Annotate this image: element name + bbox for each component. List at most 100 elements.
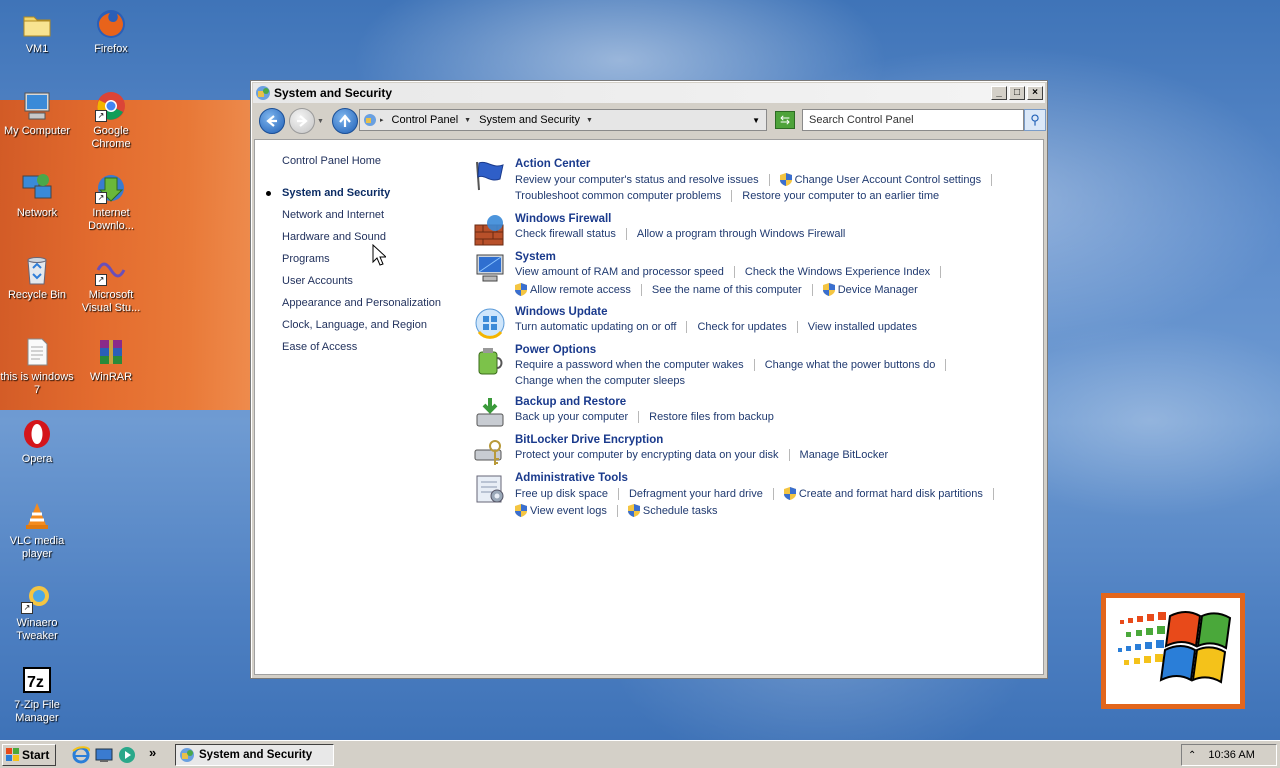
disk-partitions-link[interactable]: Create and format hard disk partitions <box>799 488 983 500</box>
desktop-icon-winrar[interactable]: WinRAR <box>74 336 148 384</box>
separator <box>638 411 640 423</box>
device-manager-link[interactable]: Device Manager <box>838 284 918 296</box>
desktop-icon-7zip[interactable]: 7z 7-Zip File Manager <box>0 664 74 725</box>
separator <box>788 449 790 461</box>
desktop-icon-chrome[interactable]: ↗ Google Chrome <box>74 90 148 151</box>
nav-control-panel-home[interactable]: Control Panel Home <box>282 154 472 176</box>
recent-pages-dropdown[interactable]: ▼ <box>317 118 324 125</box>
separator <box>616 504 618 517</box>
start-button[interactable]: Start <box>2 744 56 766</box>
address-dropdown-button[interactable]: ▼ <box>752 116 760 125</box>
remote-access-link[interactable]: Allow remote access <box>530 284 631 296</box>
taskbar-item-system-and-security[interactable]: System and Security <box>175 744 334 766</box>
power-buttons-link[interactable]: Change what the power buttons do <box>765 359 936 371</box>
nav-appearance-and-personalization[interactable]: Appearance and Personalization <box>282 296 472 318</box>
breadcrumb-system-and-security[interactable]: System and Security <box>479 114 580 126</box>
nav-clock-language-region[interactable]: Clock, Language, and Region <box>282 318 472 340</box>
backup-restore-link[interactable]: Backup and Restore <box>515 396 626 408</box>
desktop-icon-internet-download-manager[interactable]: ↗ Internet Downlo... <box>74 172 148 233</box>
troubleshoot-link[interactable]: Troubleshoot common computer problems <box>515 190 721 202</box>
quicklaunch-more-button[interactable]: » <box>149 745 156 760</box>
allow-program-link[interactable]: Allow a program through Windows Firewall <box>637 228 845 240</box>
text-file-icon <box>21 336 53 368</box>
action-center-link[interactable]: Action Center <box>515 158 590 170</box>
back-button[interactable] <box>259 108 285 134</box>
window-titlebar[interactable]: System and Security _ □ × <box>253 83 1045 103</box>
protect-computer-link[interactable]: Protect your computer by encrypting data… <box>515 449 779 461</box>
clock[interactable]: 10:36 AM <box>1208 749 1254 761</box>
sleep-settings-link[interactable]: Change when the computer sleeps <box>515 375 685 387</box>
uac-shield-icon <box>515 283 527 296</box>
defragment-link[interactable]: Defragment your hard drive <box>629 488 763 500</box>
up-button[interactable] <box>331 108 358 134</box>
view-ram-link[interactable]: View amount of RAM and processor speed <box>515 266 724 278</box>
nav-system-and-security[interactable]: System and Security <box>266 186 472 208</box>
free-disk-space-link[interactable]: Free up disk space <box>515 488 608 500</box>
back-up-link[interactable]: Back up your computer <box>515 411 628 423</box>
forward-button[interactable] <box>289 108 315 134</box>
maximize-button[interactable]: □ <box>1009 86 1025 100</box>
firefox-icon <box>95 8 127 40</box>
breadcrumb-control-panel[interactable]: Control Panel <box>392 114 459 126</box>
desktop-icon-winaero[interactable]: ↗ Winaero Tweaker <box>0 582 74 643</box>
restore-link[interactable]: Restore your computer to an earlier time <box>742 190 939 202</box>
desktop-icon-recycle-bin[interactable]: Recycle Bin <box>0 254 74 302</box>
search-input[interactable]: Search Control Panel <box>802 109 1024 131</box>
check-firewall-link[interactable]: Check firewall status <box>515 228 616 240</box>
computer-name-link[interactable]: See the name of this computer <box>652 284 802 296</box>
uac-settings-link[interactable]: Change User Account Control settings <box>795 174 982 186</box>
windows-flag-icon <box>6 748 20 762</box>
desktop-icon-firefox[interactable]: Firefox <box>74 8 148 56</box>
arrow-left-icon <box>266 115 277 127</box>
chevron-down-icon[interactable]: ▼ <box>464 117 471 124</box>
auto-update-link[interactable]: Turn automatic updating on or off <box>515 321 676 333</box>
separator <box>940 266 942 278</box>
desktop-icon-visual-studio[interactable]: ↗ Microsoft Visual Stu... <box>74 254 148 315</box>
address-bar[interactable]: ▸ Control Panel ▼ System and Security ▼ … <box>359 109 767 131</box>
restore-files-link[interactable]: Restore files from backup <box>649 411 774 423</box>
desktop-icon-vlc[interactable]: VLC media player <box>0 500 74 561</box>
desktop-icon-vm1[interactable]: VM1 <box>0 8 74 56</box>
windows-firewall-link[interactable]: Windows Firewall <box>515 213 611 225</box>
system-icon <box>473 251 507 285</box>
chevron-down-icon[interactable]: ▸ <box>380 116 384 124</box>
control-panel-icon <box>255 85 271 101</box>
manage-bitlocker-link[interactable]: Manage BitLocker <box>800 449 889 461</box>
refresh-button[interactable]: ⇆ <box>775 111 795 129</box>
minimize-button[interactable]: _ <box>991 86 1007 100</box>
system-link[interactable]: System <box>515 251 556 263</box>
show-desktop-icon[interactable] <box>95 746 113 764</box>
power-options-link[interactable]: Power Options <box>515 344 596 356</box>
category-bitlocker: BitLocker Drive Encryption Protect your … <box>473 434 1033 468</box>
windows-update-link[interactable]: Windows Update <box>515 306 608 318</box>
media-player-icon[interactable] <box>118 746 136 764</box>
desktop-icon-opera[interactable]: Opera <box>0 418 74 466</box>
nav-network-and-internet[interactable]: Network and Internet <box>282 208 472 230</box>
separator <box>686 321 688 333</box>
internet-explorer-icon[interactable] <box>72 746 91 764</box>
experience-index-link[interactable]: Check the Windows Experience Index <box>745 266 930 278</box>
schedule-tasks-link[interactable]: Schedule tasks <box>643 505 718 517</box>
chevron-down-icon[interactable]: ▼ <box>586 117 593 124</box>
nav-ease-of-access[interactable]: Ease of Access <box>282 340 472 362</box>
uac-shield-icon <box>779 173 792 186</box>
event-logs-link[interactable]: View event logs <box>530 505 607 517</box>
review-status-link[interactable]: Review your computer's status and resolv… <box>515 174 759 186</box>
desktop-icon-my-computer[interactable]: My Computer <box>0 90 74 138</box>
power-icon <box>473 344 507 378</box>
separator <box>768 173 770 186</box>
windows-logo-image <box>1101 593 1245 709</box>
check-updates-link[interactable]: Check for updates <box>697 321 786 333</box>
installed-updates-link[interactable]: View installed updates <box>808 321 917 333</box>
desktop-icon-text-file[interactable]: this is windows 7 <box>0 336 74 397</box>
show-hidden-icons-button[interactable]: ⌃ <box>1188 750 1196 761</box>
bitlocker-link[interactable]: BitLocker Drive Encryption <box>515 434 663 446</box>
search-icon[interactable]: ⚲ <box>1024 109 1046 131</box>
desktop-icon-network[interactable]: Network <box>0 172 74 220</box>
taskbar: Start » System and Security ⌃ 10:36 AM <box>0 740 1280 768</box>
password-on-wake-link[interactable]: Require a password when the computer wak… <box>515 359 744 371</box>
close-button[interactable]: × <box>1027 86 1043 100</box>
nav-user-accounts[interactable]: User Accounts <box>282 274 472 296</box>
category-windows-firewall: Windows Firewall Check firewall status A… <box>473 213 1033 247</box>
administrative-tools-link[interactable]: Administrative Tools <box>515 472 628 484</box>
